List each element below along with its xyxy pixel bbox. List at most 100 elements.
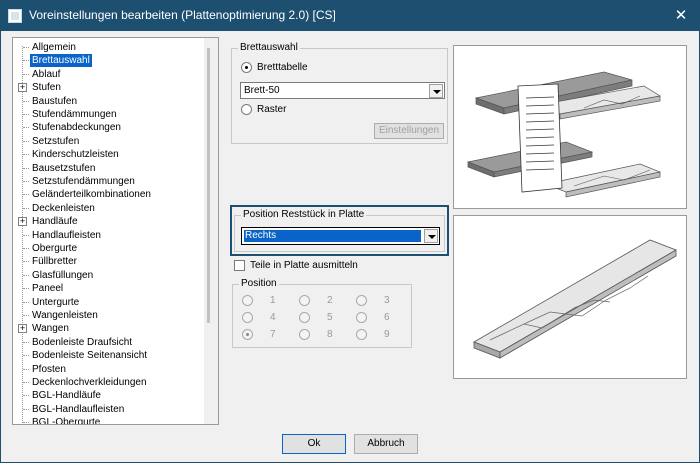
bretttabelle-radio[interactable] bbox=[241, 62, 252, 73]
tree-item[interactable]: + Wangen bbox=[13, 322, 203, 335]
tree-branch-line bbox=[23, 167, 29, 169]
tree-item[interactable]: Brettauswahl bbox=[13, 54, 203, 68]
tree-item[interactable]: Pfosten bbox=[13, 363, 203, 376]
tree-item-label: Wangen bbox=[32, 323, 69, 335]
tree-item[interactable]: Setzstufendämmungen bbox=[13, 175, 203, 188]
tree-item[interactable]: + Handläufe bbox=[13, 215, 203, 228]
expand-plus-icon[interactable]: + bbox=[18, 83, 27, 93]
tree-item[interactable]: Bodenleiste Draufsicht bbox=[13, 336, 203, 349]
tree-item-label: BGL-Handlaufleisten bbox=[32, 403, 125, 415]
ausmitteln-checkbox[interactable] bbox=[234, 260, 245, 271]
close-icon[interactable]: ✕ bbox=[669, 5, 693, 27]
position-rest-select[interactable]: Rechts bbox=[241, 227, 440, 245]
position-radio[interactable] bbox=[242, 312, 253, 323]
brettauswahl-group: Brettauswahl Bretttabelle Brett-50 Raste… bbox=[231, 42, 448, 144]
tree-item[interactable]: Untergurte bbox=[13, 296, 203, 309]
tree-item-label: Bodenleiste Draufsicht bbox=[32, 336, 133, 348]
tree-item[interactable]: Obergurte bbox=[13, 242, 203, 255]
tree-item-label: Handläufe bbox=[32, 216, 78, 228]
position-rest-legend: Position Reststück in Platte bbox=[241, 209, 367, 220]
einstellungen-button[interactable]: Einstellungen bbox=[374, 123, 444, 139]
tree-item-label: BGL-Obergurte bbox=[32, 417, 101, 425]
tree-branch-line bbox=[23, 382, 29, 383]
raster-radio[interactable] bbox=[241, 104, 252, 115]
raster-label[interactable]: Raster bbox=[257, 104, 286, 115]
position-radio[interactable] bbox=[299, 329, 310, 340]
tree-item[interactable]: Geländerteilkombinationen bbox=[13, 188, 203, 201]
cancel-button[interactable]: Abbruch bbox=[354, 434, 418, 454]
window-title: Voreinstellungen bearbeiten (Plattenopti… bbox=[29, 8, 336, 22]
expand-plus-icon[interactable]: + bbox=[18, 217, 27, 227]
tree-item[interactable]: Kinderschutzleisten bbox=[13, 148, 203, 161]
position-rest-select-value: Rechts bbox=[245, 230, 277, 241]
position-radio[interactable] bbox=[242, 295, 253, 306]
tree-item[interactable]: Allgemein bbox=[13, 41, 203, 54]
board-table-illustration bbox=[466, 71, 662, 198]
tree-item-label: Stufen bbox=[32, 82, 61, 94]
tree-branch-line bbox=[23, 288, 29, 290]
tree-item-label: Brettauswahl bbox=[30, 54, 92, 68]
category-tree[interactable]: Allgemein Brettauswahl Ablauf + Stufen Baustu… bbox=[12, 37, 219, 425]
position-radio[interactable] bbox=[299, 295, 310, 306]
position-radio-label: 5 bbox=[327, 312, 333, 323]
expand-plus-icon[interactable]: + bbox=[18, 324, 27, 334]
tree-item[interactable]: Baustufen bbox=[13, 95, 203, 108]
position-radio[interactable] bbox=[356, 295, 367, 306]
tree-item[interactable]: Füllbretter bbox=[13, 255, 203, 268]
tree-branch-line bbox=[23, 154, 29, 156]
tree-branch-line bbox=[23, 301, 29, 303]
tree-item[interactable]: Handlaufleisten bbox=[13, 229, 203, 242]
bretttabelle-label[interactable]: Bretttabelle bbox=[257, 62, 308, 73]
position-radio-label: 7 bbox=[270, 329, 276, 340]
tree-item[interactable]: Stufendämmungen bbox=[13, 108, 203, 121]
tree-item-label: Geländerteilkombinationen bbox=[32, 189, 151, 201]
tree-item-label: Bodenleiste Seitenansicht bbox=[32, 350, 148, 362]
tree-item-label: Baustufen bbox=[32, 95, 78, 107]
position-radio[interactable] bbox=[242, 329, 253, 340]
tree-item[interactable]: Paneel bbox=[13, 282, 203, 295]
tree-item[interactable]: Glasfüllungen bbox=[13, 269, 203, 282]
position-radio[interactable] bbox=[299, 312, 310, 323]
preview-position bbox=[453, 215, 687, 379]
dialog-client: Allgemein Brettauswahl Ablauf + Stufen Baustu… bbox=[1, 31, 699, 462]
tree-item[interactable]: Bausetzstufen bbox=[13, 162, 203, 175]
tree-item[interactable]: Bodenleiste Seitenansicht bbox=[13, 349, 203, 362]
position-rest-group: Position Reststück in Platte Rechts bbox=[234, 209, 445, 252]
tree-item[interactable]: Deckenlochverkleidungen bbox=[13, 376, 203, 389]
tree-item[interactable]: BGL-Handläufe bbox=[13, 389, 203, 402]
tree-item[interactable]: Setzstufen bbox=[13, 135, 203, 148]
position-radio-label: 4 bbox=[270, 312, 276, 323]
tree-item[interactable]: Stufenabdeckungen bbox=[13, 121, 203, 134]
tree-scrollbar[interactable] bbox=[204, 38, 218, 424]
chevron-down-icon[interactable] bbox=[424, 229, 438, 243]
app-icon bbox=[8, 9, 22, 23]
tree-item-label: Allgemein bbox=[32, 42, 76, 53]
tree-branch-line bbox=[23, 422, 29, 424]
position-radio-label: 1 bbox=[270, 295, 276, 306]
tree-item[interactable]: BGL-Handlaufleisten bbox=[13, 403, 203, 416]
bretttabelle-select[interactable]: Brett-50 bbox=[240, 82, 445, 99]
chevron-down-icon[interactable] bbox=[429, 84, 443, 98]
tree-branch-line bbox=[23, 274, 29, 276]
tree-branch-line bbox=[23, 355, 29, 357]
tree-item[interactable]: + Stufen bbox=[13, 81, 203, 94]
position-radio-label: 3 bbox=[384, 295, 390, 306]
tree-item-label: Handlaufleisten bbox=[32, 229, 101, 241]
tree-item[interactable]: Wangenleisten bbox=[13, 309, 203, 322]
ausmitteln-label[interactable]: Teile in Platte ausmitteln bbox=[250, 260, 358, 271]
tree-item[interactable]: BGL-Obergurte bbox=[13, 416, 203, 425]
brettauswahl-legend: Brettauswahl bbox=[238, 42, 300, 53]
tree-branch-line bbox=[23, 73, 29, 75]
position-radio[interactable] bbox=[356, 312, 367, 323]
position-radio[interactable] bbox=[356, 329, 367, 340]
tree-item-label: Untergurte bbox=[32, 296, 80, 308]
ok-button[interactable]: Ok bbox=[282, 434, 346, 454]
tree-item-label: Deckenleisten bbox=[32, 202, 95, 214]
tree-item-label: Setzstufendämmungen bbox=[32, 176, 135, 187]
tree-item[interactable]: Deckenleisten bbox=[13, 202, 203, 215]
title-bar[interactable]: Voreinstellungen bearbeiten (Plattenopti… bbox=[1, 1, 699, 31]
tree-item[interactable]: Ablauf bbox=[13, 68, 203, 81]
tree-item-label: Setzstufen bbox=[32, 135, 80, 147]
tree-scrollbar-thumb[interactable] bbox=[207, 48, 210, 323]
tree-branch-line bbox=[23, 181, 29, 182]
